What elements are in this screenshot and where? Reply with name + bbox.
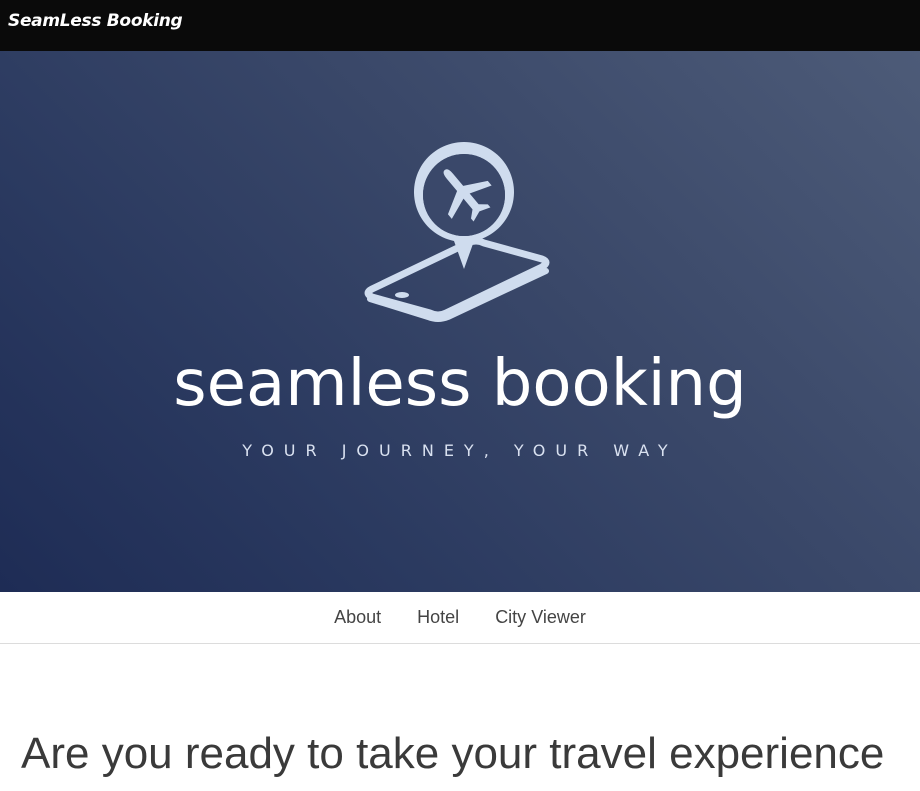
- nav-list: About Hotel City Viewer: [0, 592, 920, 643]
- page-headline: Are you ready to take your travel experi…: [21, 729, 885, 778]
- hero-title: seamless booking: [173, 347, 747, 421]
- map-pin-airplane-phone-icon: [364, 142, 550, 322]
- nav-link-hotel[interactable]: Hotel: [399, 607, 477, 627]
- nav-link-about[interactable]: About: [316, 607, 399, 627]
- brand-link[interactable]: SeamLess Booking: [8, 11, 183, 31]
- nav-link-city-viewer[interactable]: City Viewer: [477, 607, 604, 627]
- hero-tagline: YOUR JOURNEY, YOUR WAY: [242, 441, 678, 460]
- main-nav: About Hotel City Viewer: [0, 592, 920, 644]
- top-bar: SeamLess Booking: [0, 0, 920, 51]
- hero-banner: seamless booking YOUR JOURNEY, YOUR WAY: [0, 51, 920, 592]
